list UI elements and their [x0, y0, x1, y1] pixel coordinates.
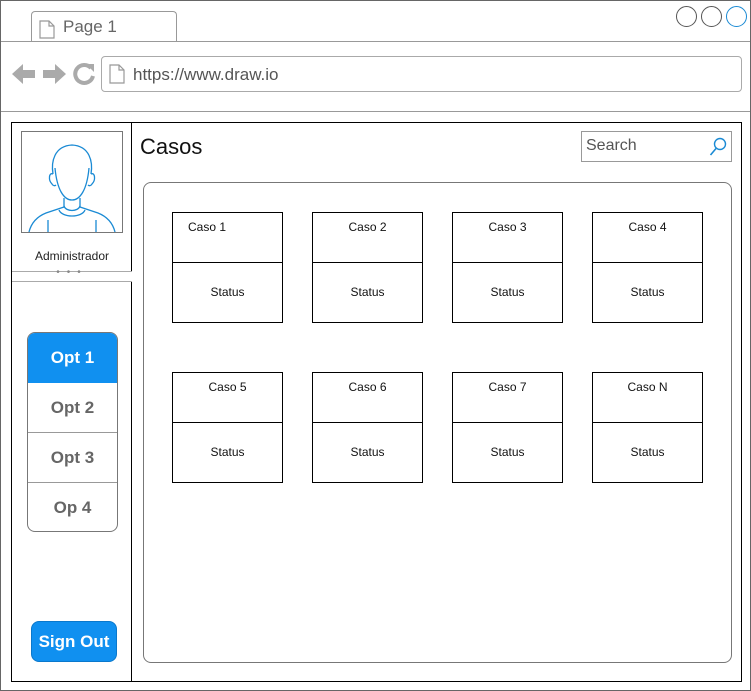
- close-button[interactable]: [726, 6, 747, 27]
- profile-divider: •••: [12, 267, 132, 282]
- case-card[interactable]: Caso 6 Status: [312, 372, 423, 483]
- page-title: Casos: [140, 134, 203, 159]
- case-status: Status: [210, 285, 245, 299]
- case-status: Status: [350, 445, 385, 459]
- browser-tab[interactable]: Page 1: [31, 11, 177, 42]
- case-name: Caso 3: [488, 220, 527, 234]
- case-status: Status: [350, 285, 385, 299]
- case-status: Status: [630, 285, 665, 299]
- arrow-right-icon[interactable]: [42, 63, 66, 90]
- sidebar-item-opt-1[interactable]: Opt 1: [28, 333, 117, 383]
- sidebar-item-opt-3[interactable]: Opt 3: [28, 433, 117, 483]
- avatar: [21, 131, 123, 233]
- case-status: Status: [490, 445, 525, 459]
- tab-divider: [1, 41, 750, 42]
- address-bar[interactable]: https://www.draw.io: [101, 56, 742, 92]
- sidebar-item-op-4[interactable]: Op 4: [28, 483, 117, 531]
- case-card[interactable]: Caso 4 Status: [592, 212, 703, 323]
- toolbar-divider: [1, 111, 750, 112]
- case-name: Caso N: [627, 380, 668, 394]
- case-status: Status: [210, 445, 245, 459]
- app-frame: Administrador ••• Opt 1 Opt 2 Opt 3 Op 4…: [11, 122, 742, 682]
- sidebar-item-opt-2[interactable]: Opt 2: [28, 383, 117, 433]
- case-card[interactable]: Caso 5 Status: [172, 372, 283, 483]
- cases-panel: Caso 1 Status Caso 2 Status Caso 3 Statu…: [143, 182, 732, 663]
- case-card[interactable]: Caso N Status: [592, 372, 703, 483]
- search-box: [581, 131, 732, 162]
- sign-out-button[interactable]: Sign Out: [31, 621, 117, 662]
- case-name: Caso 6: [348, 380, 387, 394]
- user-name: Administrador: [34, 249, 110, 263]
- case-status: Status: [630, 445, 665, 459]
- case-name: Caso 4: [628, 220, 667, 234]
- case-status: Status: [490, 285, 525, 299]
- minimize-button[interactable]: [676, 6, 697, 27]
- case-card[interactable]: Caso 1 Status: [172, 212, 283, 323]
- search-icon[interactable]: [709, 137, 727, 162]
- arrow-left-icon[interactable]: [12, 63, 36, 90]
- case-name: Caso 2: [348, 220, 387, 234]
- case-name: Caso 1: [188, 220, 227, 234]
- sidebar: Administrador ••• Opt 1 Opt 2 Opt 3 Op 4…: [12, 123, 132, 681]
- case-name: Caso 7: [488, 380, 527, 394]
- case-card[interactable]: Caso 3 Status: [452, 212, 563, 323]
- case-card[interactable]: Caso 7 Status: [452, 372, 563, 483]
- sidebar-menu: Opt 1 Opt 2 Opt 3 Op 4: [27, 332, 118, 532]
- url-text: https://www.draw.io: [133, 65, 279, 84]
- tab-label: Page 1: [63, 17, 117, 36]
- case-card[interactable]: Caso 2 Status: [312, 212, 423, 323]
- case-name: Caso 5: [208, 380, 247, 394]
- page-icon: [109, 64, 125, 89]
- reload-icon[interactable]: [73, 62, 95, 91]
- user-avatar-icon: [22, 144, 122, 236]
- search-input[interactable]: [586, 135, 704, 157]
- more-dots-icon: •••: [56, 267, 88, 278]
- browser-window: Page 1 https://www.draw.io Administrador…: [0, 0, 751, 691]
- restore-button[interactable]: [701, 6, 722, 27]
